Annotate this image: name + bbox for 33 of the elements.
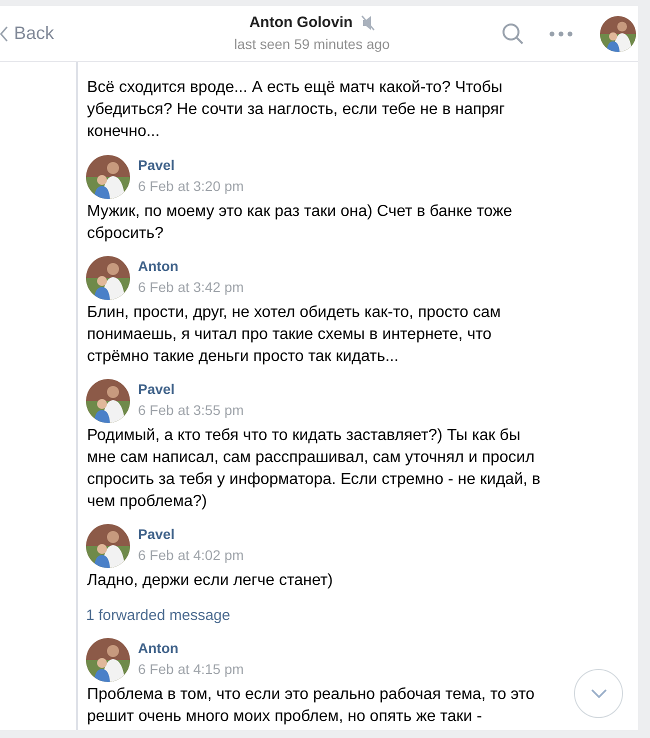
chevron-left-icon <box>0 26 8 42</box>
back-button[interactable]: Back <box>0 20 54 47</box>
sender-name[interactable]: Pavel <box>138 524 244 544</box>
search-icon[interactable] <box>502 22 524 44</box>
message-text-line: спросить за тебя у информатора. Если стремно - не кидай, в <box>86 470 540 490</box>
sender-name[interactable]: Anton <box>138 256 244 276</box>
sender-name[interactable]: Pavel <box>138 379 244 399</box>
message-text-line: чем проблема?) <box>86 492 207 512</box>
message-date: 6 Feb at 3:20 pm <box>138 177 244 196</box>
message-text-line: решит очень много моих проблем, но опять же таки - <box>86 707 482 727</box>
message-text-line: Родимый, а кто тебя что то кидать заставляет?) Ты как бы <box>86 426 520 446</box>
chevron-down-icon <box>590 689 606 698</box>
message-text-line: Ладно, держи если легче станет) <box>86 571 333 591</box>
contact-name: Anton Golovin <box>249 12 353 33</box>
message-date: 6 Feb at 3:42 pm <box>138 278 244 297</box>
message-date: 6 Feb at 4:15 pm <box>138 660 244 679</box>
last-seen-status: last seen 59 minutes ago <box>234 35 390 54</box>
message-text-line: конечно... <box>86 122 160 142</box>
message-text-line: Проблема в том, что если это реально рабочая тема, то это <box>86 685 535 705</box>
message-text-line: Мужик, по моему это как раз таки она) Счет в банке тоже <box>86 202 512 222</box>
message-text-line: Блин, прости, друг, не хотел обидеть как-то, просто сам <box>86 303 501 323</box>
message-date: 6 Feb at 3:55 pm <box>138 401 244 420</box>
message-text-line: сбросить? <box>86 224 164 244</box>
message-text-line: убедиться? Не сочти за наглость, если тебе не в напряг <box>86 100 505 120</box>
message-text-line: мне сам написал, сам расспрашивал, сам уточнял и просил <box>86 448 535 468</box>
message-text-line: понимаешь, я читал про такие схемы в интернете, что <box>86 325 492 345</box>
message-date: 6 Feb at 4:02 pm <box>138 546 244 565</box>
message-text-line: стрёмно такие деньги просто так кидать... <box>86 347 399 367</box>
message-text-line: Всё сходится вроде... А есть ещё матч какой-то? Чтобы <box>86 78 502 98</box>
sender-name[interactable]: Anton <box>138 638 244 658</box>
sender-name[interactable]: Pavel <box>138 155 244 175</box>
more-icon[interactable] <box>549 30 573 36</box>
forwarded-message-link[interactable]: 1 forwarded message <box>86 607 230 624</box>
